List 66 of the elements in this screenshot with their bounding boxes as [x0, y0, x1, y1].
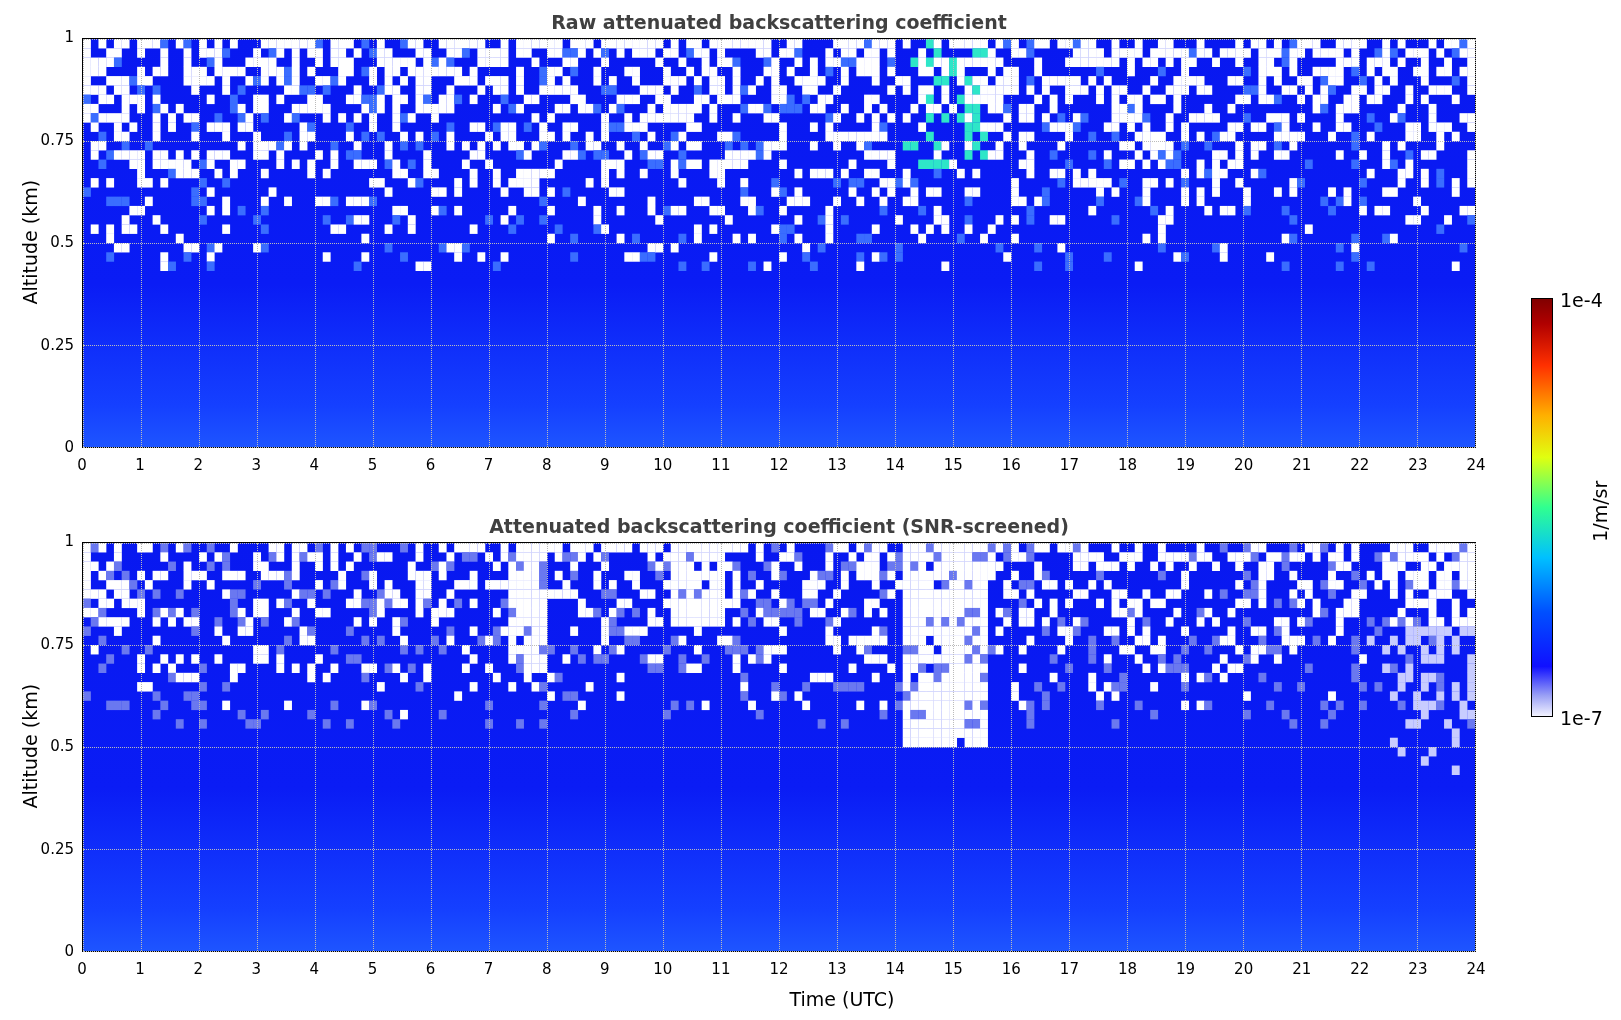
tick-label: 14 [884, 962, 906, 977]
tick-label: 10 [652, 962, 674, 977]
tick-label: 23 [1407, 458, 1429, 473]
tick-label: 16 [1000, 458, 1022, 473]
axis-label: Altitude (km) [17, 178, 42, 307]
tick-label: 9 [598, 458, 611, 473]
tick-label: 4 [308, 458, 321, 473]
tick-label: 24 [1465, 962, 1487, 977]
tick-label: 23 [1407, 962, 1429, 977]
tick-label: 2 [192, 962, 204, 977]
tick-label: 1 [63, 534, 74, 549]
tick-label: 20 [1233, 458, 1255, 473]
tick-label: 15 [942, 962, 964, 977]
tick-label: 7 [482, 458, 495, 473]
chart-title: Attenuated backscattering coefficient (SNR-screened) [488, 514, 1070, 539]
tick-label: 19 [1175, 458, 1197, 473]
tick-label: 3 [250, 962, 262, 977]
tick-label: 22 [1349, 962, 1371, 977]
tick-label: 12 [768, 458, 790, 473]
tick-label: 11 [710, 458, 732, 473]
tick-label: 21 [1291, 962, 1313, 977]
axis-label: Altitude (km) [17, 682, 42, 811]
chart-title: Raw attenuated backscattering coefficient [550, 10, 1008, 35]
tick-label: 0 [76, 962, 88, 977]
tick-label: 0 [76, 458, 88, 473]
tick-label: 11 [710, 962, 732, 977]
tick-label: 8 [540, 458, 553, 473]
tick-label: 19 [1175, 962, 1197, 977]
tick-label: 3 [250, 458, 262, 473]
axis-label: Time (UTC) [788, 987, 896, 1012]
tick-label: 17 [1058, 962, 1080, 977]
tick-label: 0.75 [39, 636, 74, 652]
tick-label: 21 [1291, 458, 1313, 473]
colorbar-min-label: 1e-7 [1560, 706, 1603, 731]
tick-label: 18 [1116, 962, 1139, 977]
tick-label: 1 [134, 962, 146, 977]
tick-label: 5 [366, 962, 379, 977]
tick-label: 4 [308, 962, 321, 977]
tick-label: 16 [1000, 962, 1022, 977]
tick-label: 24 [1465, 458, 1487, 473]
tick-label: 0 [63, 944, 74, 959]
tick-label: 0.25 [39, 337, 74, 353]
tick-label: 0.25 [39, 841, 74, 857]
tick-label: 9 [598, 962, 611, 977]
tick-label: 6 [424, 458, 437, 473]
tick-label: 17 [1058, 458, 1080, 473]
tick-label: 10 [652, 458, 674, 473]
tick-label: 18 [1116, 458, 1139, 473]
tick-label: 13 [826, 962, 848, 977]
tick-label: 2 [192, 458, 204, 473]
tick-label: 6 [424, 962, 437, 977]
tick-label: 7 [482, 962, 495, 977]
tick-label: 1 [63, 30, 74, 45]
tick-label: 5 [366, 458, 379, 473]
tick-label: 22 [1349, 458, 1371, 473]
tick-label: 12 [768, 962, 790, 977]
colorbar-label: 1/m/sr [1587, 479, 1612, 544]
tick-label: 1 [134, 458, 146, 473]
colorbar-max-label: 1e-4 [1560, 288, 1603, 313]
tick-label: 0.75 [39, 132, 74, 148]
tick-label: 15 [942, 458, 964, 473]
tick-label: 0 [63, 440, 74, 455]
tick-label: 14 [884, 458, 906, 473]
tick-label: 13 [826, 458, 848, 473]
tick-label: 20 [1233, 962, 1255, 977]
tick-label: 8 [540, 962, 553, 977]
